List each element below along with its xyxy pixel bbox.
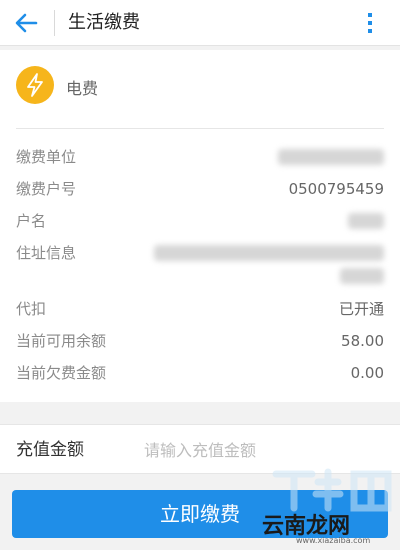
recharge-amount-row: 充值金额 xyxy=(0,424,400,474)
redacted-value xyxy=(348,213,384,229)
more-vertical-icon[interactable] xyxy=(358,11,382,35)
bill-detail-card: 电费 缴费单位 缴费户号 0500795459 户名 住址信息 代扣 已开通 当… xyxy=(0,50,400,402)
redacted-value-line2 xyxy=(340,268,384,284)
header-divider xyxy=(16,128,384,129)
row-label: 户名 xyxy=(16,212,47,230)
back-arrow-icon[interactable] xyxy=(12,9,40,37)
row-payee-unit: 缴费单位 xyxy=(16,146,384,168)
bill-header: 电费 xyxy=(0,50,400,128)
row-address: 住址信息 xyxy=(16,242,384,264)
row-label: 代扣 xyxy=(16,300,47,318)
bill-type-name: 电费 xyxy=(66,79,99,98)
page-title: 生活缴费 xyxy=(68,12,140,33)
redacted-value xyxy=(154,245,384,261)
app-bar: 生活缴费 xyxy=(0,0,400,46)
row-label: 缴费户号 xyxy=(16,180,77,198)
row-account-name: 户名 xyxy=(16,210,384,232)
row-label: 住址信息 xyxy=(16,244,77,262)
row-value: 58.00 xyxy=(341,332,384,350)
redacted-value xyxy=(278,149,384,165)
row-account-number: 缴费户号 0500795459 xyxy=(16,178,384,200)
row-available-balance: 当前可用余额 58.00 xyxy=(16,330,384,352)
row-value: 0500795459 xyxy=(288,180,384,198)
row-arrears: 当前欠费金额 0.00 xyxy=(16,362,384,384)
recharge-amount-label: 充值金额 xyxy=(16,440,84,460)
row-label: 缴费单位 xyxy=(16,148,77,166)
lightning-bolt-icon xyxy=(16,66,54,104)
row-auto-debit: 代扣 已开通 xyxy=(16,298,384,320)
row-label: 当前可用余额 xyxy=(16,332,107,350)
row-value: 0.00 xyxy=(350,364,384,382)
recharge-amount-input[interactable] xyxy=(144,435,384,465)
watermark-url: www.xiazaiba.com xyxy=(296,536,371,545)
row-value: 已开通 xyxy=(338,300,384,318)
row-label: 当前欠费金额 xyxy=(16,364,107,382)
app-bar-divider xyxy=(54,10,55,36)
